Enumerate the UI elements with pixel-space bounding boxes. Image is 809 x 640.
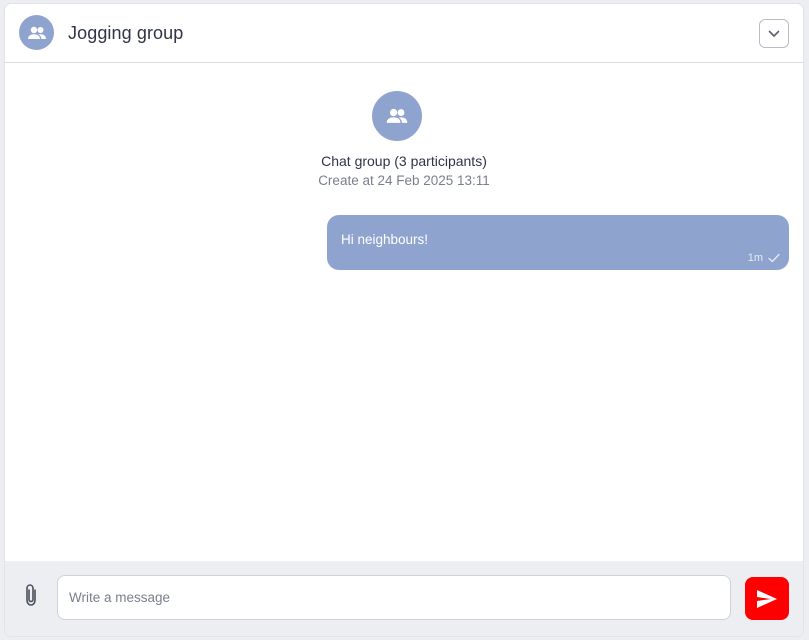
- group-info-title: Chat group (3 participants): [321, 153, 487, 169]
- group-created-date: Create at 24 Feb 2025 13:11: [318, 173, 490, 188]
- group-icon: [386, 108, 408, 123]
- chat-window: Jogging group Chat group (3 participants…: [5, 4, 803, 636]
- attach-button[interactable]: [19, 581, 43, 609]
- outgoing-message[interactable]: Hi neighbours! 1m: [327, 215, 789, 270]
- check-icon: [768, 253, 780, 263]
- message-text: Hi neighbours!: [341, 232, 429, 247]
- send-icon: [757, 589, 777, 608]
- paperclip-icon: [26, 584, 36, 606]
- chevron-down-icon: [768, 30, 780, 37]
- message-composer: [5, 561, 803, 636]
- message-time: 1m: [747, 252, 763, 264]
- group-info-avatar: [372, 91, 422, 141]
- chat-header: Jogging group: [5, 4, 803, 63]
- message-input[interactable]: [57, 575, 731, 620]
- chat-title: Jogging group: [68, 23, 184, 43]
- group-icon: [27, 26, 46, 39]
- group-avatar: [19, 15, 54, 50]
- send-button[interactable]: [745, 577, 789, 620]
- collapse-button[interactable]: [759, 19, 789, 48]
- message-list[interactable]: Chat group (3 participants) Create at 24…: [5, 63, 803, 561]
